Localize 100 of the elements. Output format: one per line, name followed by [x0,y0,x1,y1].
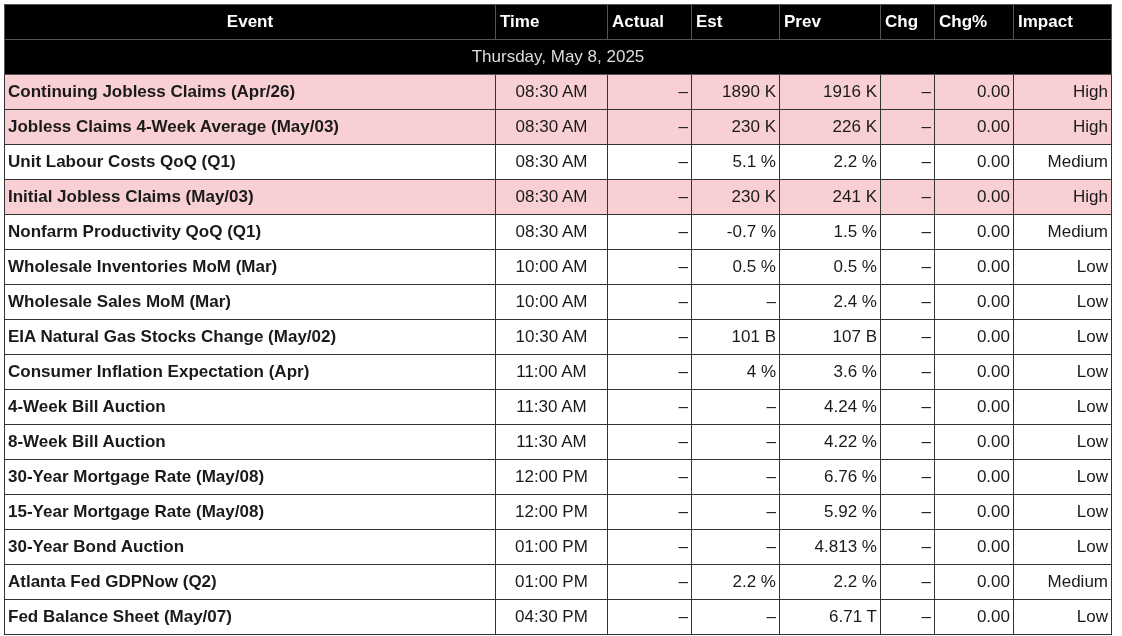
column-header: Chg [880,4,935,40]
table-cell: – [607,599,692,635]
table-cell: 230 K [691,109,780,145]
date-header: Thursday, May 8, 2025 [4,39,1112,75]
table-cell: 0.00 [934,249,1014,285]
table-cell: 11:00 AM [495,354,608,390]
table-cell: – [607,214,692,250]
table-cell: – [880,354,935,390]
table-cell: 1890 K [691,74,780,110]
table-cell: 04:30 PM [495,599,608,635]
table-cell: – [880,564,935,600]
table-cell: 30-Year Bond Auction [4,529,496,565]
table-cell: 12:00 PM [495,494,608,530]
table-cell: – [691,389,780,425]
table-cell: Low [1013,249,1112,285]
table-cell: – [691,459,780,495]
table-cell: 0.00 [934,179,1014,215]
table-cell: – [607,389,692,425]
table-cell: 0.00 [934,389,1014,425]
table-cell: Atlanta Fed GDPNow (Q2) [4,564,496,600]
table-cell: 6.76 % [779,459,881,495]
table-cell: – [691,424,780,460]
table-cell: – [607,494,692,530]
table-cell: 0.00 [934,109,1014,145]
table-cell: – [880,179,935,215]
table-cell: 5.1 % [691,144,780,180]
table-cell: 08:30 AM [495,109,608,145]
table-cell: Wholesale Inventories MoM (Mar) [4,249,496,285]
table-cell: – [607,179,692,215]
table-cell: Nonfarm Productivity QoQ (Q1) [4,214,496,250]
table-cell: – [691,284,780,320]
table-cell: – [880,494,935,530]
table-cell: Medium [1013,564,1112,600]
table-cell: 11:30 AM [495,424,608,460]
table-cell: Jobless Claims 4-Week Average (May/03) [4,109,496,145]
table-cell: 2.4 % [779,284,881,320]
table-cell: 0.00 [934,529,1014,565]
column-header: Est [691,4,780,40]
table-cell: – [880,459,935,495]
column-header: Event [4,4,496,40]
table-cell: – [880,599,935,635]
table-cell: 226 K [779,109,881,145]
table-cell: – [880,284,935,320]
table-cell: 0.00 [934,599,1014,635]
table-cell: – [880,144,935,180]
table-cell: – [607,74,692,110]
table-cell: – [607,459,692,495]
table-cell: 0.00 [934,319,1014,355]
table-cell: Low [1013,354,1112,390]
table-cell: 0.00 [934,424,1014,460]
table-cell: 4.24 % [779,389,881,425]
table-cell: 08:30 AM [495,214,608,250]
column-header: Actual [607,4,692,40]
table-cell: 0.00 [934,354,1014,390]
table-cell: 0.5 % [691,249,780,285]
table-cell: 1.5 % [779,214,881,250]
table-cell: 101 B [691,319,780,355]
table-cell: 10:00 AM [495,249,608,285]
table-cell: – [880,214,935,250]
table-cell: 2.2 % [779,564,881,600]
column-header: Time [495,4,608,40]
table-cell: 0.00 [934,74,1014,110]
table-cell: – [607,354,692,390]
table-cell: – [880,319,935,355]
table-cell: – [880,424,935,460]
table-cell: 241 K [779,179,881,215]
table-cell: 0.00 [934,284,1014,320]
column-header: Chg% [934,4,1014,40]
table-cell: 4 % [691,354,780,390]
table-cell: 5.92 % [779,494,881,530]
table-cell: – [880,249,935,285]
table-cell: Low [1013,284,1112,320]
table-cell: 11:30 AM [495,389,608,425]
table-cell: – [607,564,692,600]
table-cell: 2.2 % [691,564,780,600]
table-cell: 2.2 % [779,144,881,180]
table-cell: 4.22 % [779,424,881,460]
table-cell: Low [1013,529,1112,565]
table-cell: Medium [1013,214,1112,250]
table-cell: -0.7 % [691,214,780,250]
table-cell: Consumer Inflation Expectation (Apr) [4,354,496,390]
table-cell: – [880,74,935,110]
table-cell: Low [1013,389,1112,425]
table-cell: Low [1013,424,1112,460]
table-cell: 0.00 [934,214,1014,250]
table-cell: Low [1013,319,1112,355]
table-cell: 12:00 PM [495,459,608,495]
table-cell: Initial Jobless Claims (May/03) [4,179,496,215]
table-cell: High [1013,74,1112,110]
table-cell: – [607,529,692,565]
table-cell: 0.5 % [779,249,881,285]
table-cell: 08:30 AM [495,179,608,215]
table-cell: 4.813 % [779,529,881,565]
table-cell: 0.00 [934,144,1014,180]
table-cell: 8-Week Bill Auction [4,424,496,460]
table-cell: 4-Week Bill Auction [4,389,496,425]
table-cell: 230 K [691,179,780,215]
table-cell: EIA Natural Gas Stocks Change (May/02) [4,319,496,355]
table-cell: – [691,529,780,565]
table-cell: 08:30 AM [495,144,608,180]
